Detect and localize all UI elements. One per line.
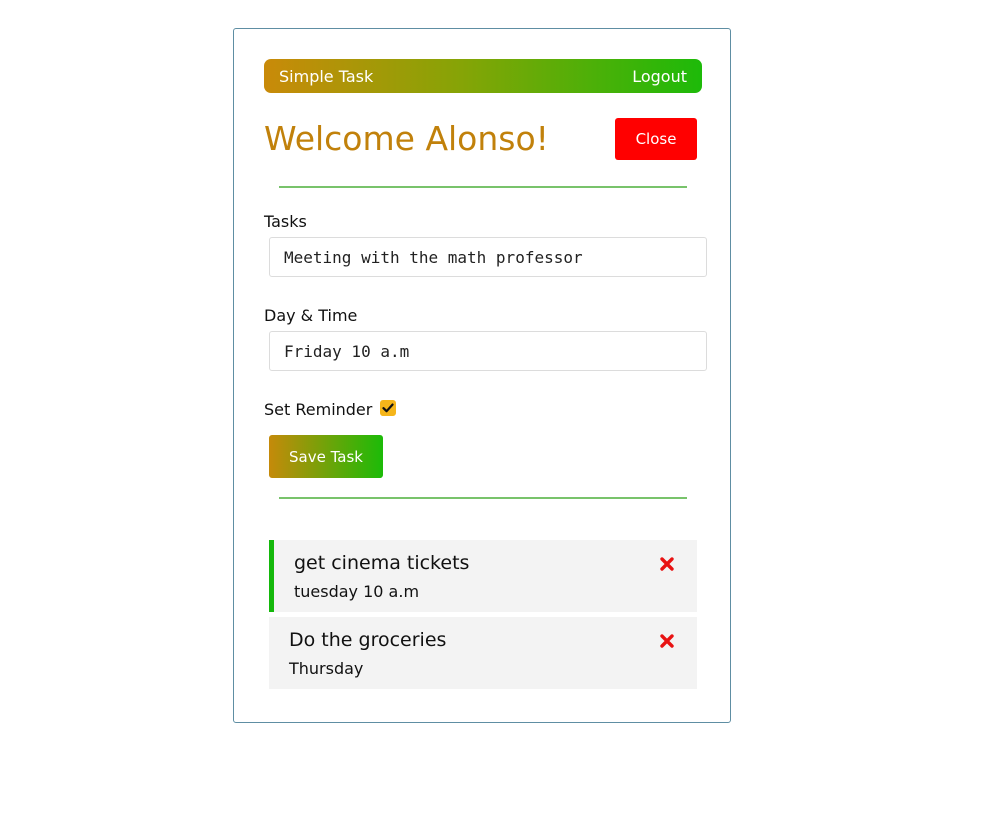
delete-icon[interactable]: [659, 556, 675, 572]
task-item[interactable]: Do the groceries Thursday: [269, 617, 697, 689]
task-day: Thursday: [289, 659, 364, 678]
welcome-heading: Welcome Alonso!: [264, 119, 549, 158]
task-title: get cinema tickets: [294, 552, 470, 574]
brand-link[interactable]: Simple Task: [279, 67, 373, 86]
delete-icon[interactable]: [659, 633, 675, 649]
reminder-checkbox[interactable]: [380, 400, 396, 416]
task-day: tuesday 10 a.m: [294, 582, 420, 601]
task-title: Do the groceries: [289, 629, 447, 651]
task-label: Tasks: [264, 212, 307, 231]
save-task-button[interactable]: Save Task: [269, 435, 383, 478]
task-card: Simple Task Logout Welcome Alonso! Close…: [233, 28, 731, 723]
check-icon: [382, 403, 394, 413]
task-item[interactable]: get cinema tickets tuesday 10 a.m: [269, 540, 697, 612]
logout-link[interactable]: Logout: [632, 67, 687, 86]
day-time-input[interactable]: [269, 331, 707, 371]
close-button[interactable]: Close: [615, 118, 697, 160]
navbar: Simple Task Logout: [264, 59, 702, 93]
divider-top: [279, 186, 687, 188]
divider-bottom: [279, 497, 687, 499]
day-time-label: Day & Time: [264, 306, 358, 325]
reminder-label: Set Reminder: [264, 400, 373, 419]
task-input[interactable]: [269, 237, 707, 277]
